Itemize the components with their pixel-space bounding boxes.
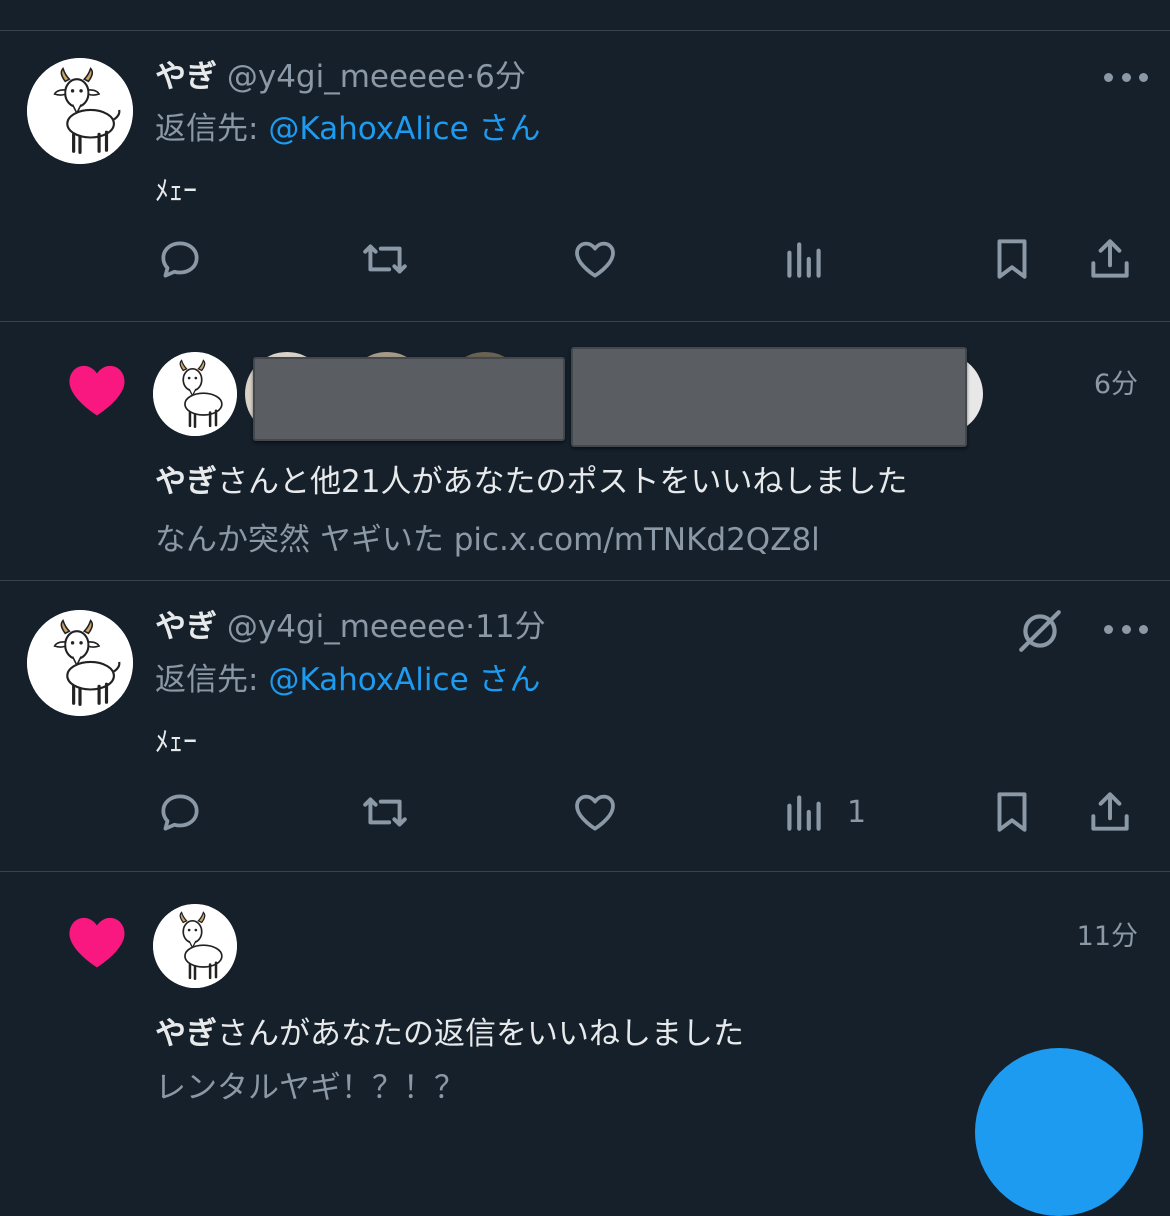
like-icon (575, 794, 615, 831)
share-button[interactable] (1085, 784, 1135, 840)
actor-name[interactable]: やぎ (155, 1016, 217, 1052)
notification-text: やぎさんと他21人があなたのポストをいいねしました (155, 462, 907, 502)
author-name[interactable]: やぎ (155, 59, 217, 95)
reply-icon (161, 794, 199, 831)
more-icon[interactable] (1104, 67, 1148, 87)
reply-to-line: 返信先: @KahoxAlice さん (155, 660, 541, 700)
tweet-header: やぎ @y4gi_meeeee·6分 (155, 57, 526, 97)
notification-time: 6分 (1093, 369, 1138, 400)
tweet[interactable]: やぎ @y4gi_meeeee·6分 返信先: @KahoxAlice さん ﾒ… (0, 31, 1170, 321)
redaction-block (253, 357, 565, 441)
post-time[interactable]: 11分 (475, 609, 545, 645)
reply-prefix: 返信先: (155, 662, 259, 698)
goat-icon (27, 610, 133, 716)
reply-button[interactable] (155, 784, 205, 840)
tweet-body: ﾒｪｰ (155, 174, 198, 207)
avatar[interactable] (153, 904, 237, 988)
retweet-button[interactable] (360, 231, 410, 287)
liked-post-preview[interactable]: レンタルヤギ！？！？ (155, 1068, 465, 1108)
mention-link[interactable]: @KahoxAlice さん (268, 111, 540, 147)
views-icon (787, 795, 821, 831)
notification-time: 11分 (1076, 921, 1138, 952)
author-handle[interactable]: @y4gi_meeeee (227, 59, 465, 95)
heart-icon (69, 917, 125, 968)
share-icon (1091, 239, 1129, 278)
goat-icon (153, 352, 237, 436)
bookmark-icon (997, 239, 1027, 279)
avatar[interactable] (153, 352, 237, 436)
like-button[interactable] (570, 784, 620, 840)
like-notification[interactable]: 6分 やぎさんと他21人があなたのポストをいいねしました なんか突然 ヤギいた … (0, 322, 1170, 580)
views-button[interactable] (779, 231, 847, 287)
more-icon[interactable] (1104, 619, 1148, 639)
mention-handle: @KahoxAlice (268, 111, 469, 147)
reply-icon (161, 241, 199, 278)
tweet-actions (155, 231, 1140, 287)
reply-to-line: 返信先: @KahoxAlice さん (155, 109, 541, 149)
mention-suffix: さん (478, 111, 541, 147)
actor-name[interactable]: やぎ (155, 464, 217, 500)
reply-prefix: 返信先: (155, 111, 259, 147)
mention-suffix: さん (478, 662, 541, 698)
like-icon (575, 241, 615, 278)
views-icon (787, 242, 821, 278)
author-handle[interactable]: @y4gi_meeeee (227, 609, 465, 645)
share-button[interactable] (1085, 231, 1135, 287)
tweet-header: やぎ @y4gi_meeeee·11分 (155, 607, 546, 647)
separator-dot: · (465, 59, 476, 95)
bookmark-button[interactable] (987, 231, 1037, 287)
notification-message: さんと他21人があなたのポストをいいねしました (217, 464, 908, 500)
author-name[interactable]: やぎ (155, 609, 217, 645)
retweet-icon (363, 244, 407, 274)
mention-link[interactable]: @KahoxAlice さん (268, 662, 540, 698)
like-button[interactable] (570, 231, 620, 287)
share-icon (1091, 792, 1129, 831)
redaction-block (571, 347, 967, 447)
retweet-icon (363, 797, 407, 827)
bookmark-button[interactable] (987, 784, 1037, 840)
goat-icon (153, 904, 237, 988)
notification-text: やぎさんがあなたの返信をいいねしました (155, 1014, 744, 1054)
retweet-button[interactable] (360, 784, 410, 840)
bookmark-icon (997, 792, 1027, 832)
tweet-actions: 1 (155, 784, 1140, 840)
grok-icon[interactable] (1015, 606, 1065, 656)
compose-button[interactable] (975, 1048, 1143, 1216)
separator-dot: · (465, 609, 476, 645)
avatar[interactable] (27, 58, 133, 164)
heart-icon (69, 365, 125, 416)
views-button[interactable]: 1 (779, 784, 866, 840)
tweet[interactable]: やぎ @y4gi_meeeee·11分 返信先: @KahoxAlice さん … (0, 581, 1170, 871)
avatar[interactable] (27, 610, 133, 716)
tweet-body: ﾒｪｰ (155, 725, 198, 758)
notification-message: さんがあなたの返信をいいねしました (217, 1016, 744, 1052)
post-time[interactable]: 6分 (475, 59, 526, 95)
liked-post-preview[interactable]: なんか突然 ヤギいた pic.x.com/mTNKd2QZ8l (155, 520, 820, 560)
goat-icon (27, 58, 133, 164)
view-count: 1 (847, 794, 867, 830)
reply-button[interactable] (155, 231, 205, 287)
mention-handle: @KahoxAlice (268, 662, 469, 698)
